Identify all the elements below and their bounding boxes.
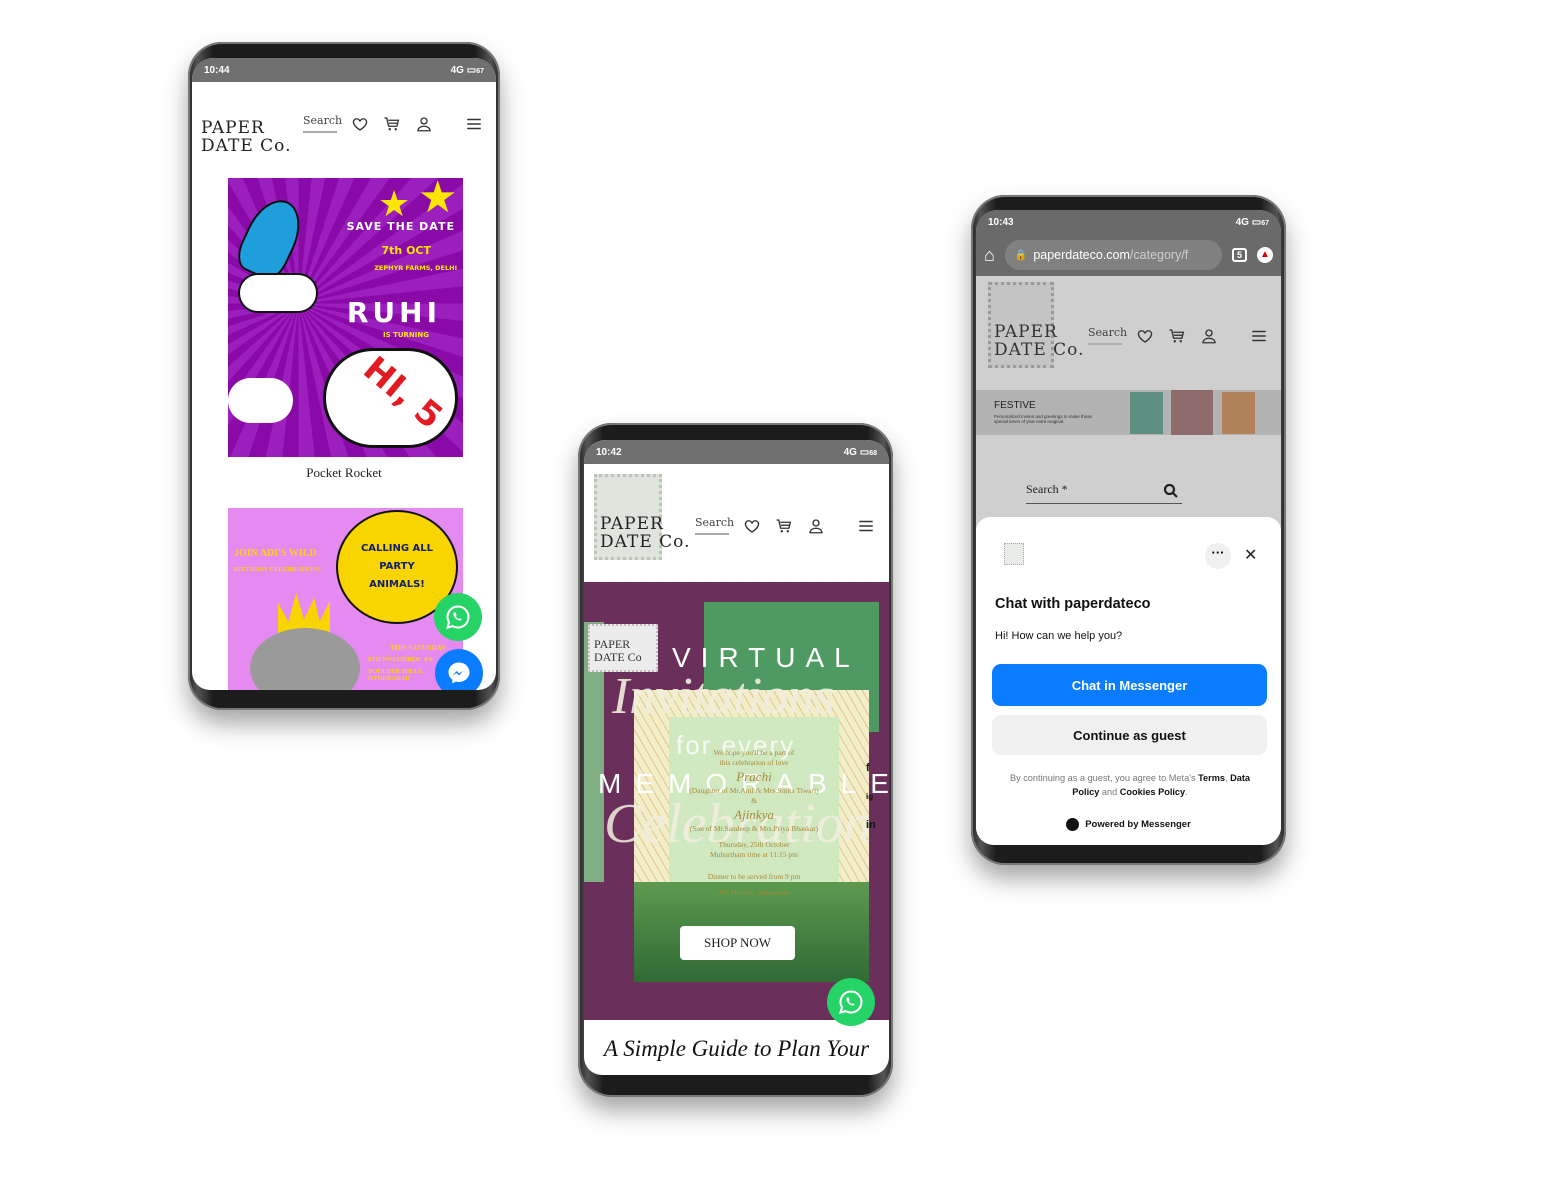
search-input[interactable]: Search: [1088, 326, 1127, 345]
status-bar: 10:44 4G ▭67: [192, 58, 496, 82]
status-time: 10:43: [988, 216, 1014, 228]
linkedin-icon[interactable]: in: [866, 819, 876, 831]
messenger-chat-sheet: ··· ✕ Chat with paperdateco Hi! How can …: [976, 517, 1281, 845]
cart-icon[interactable]: [1168, 327, 1186, 345]
search-icon[interactable]: [1162, 482, 1180, 500]
chat-greeting: Hi! How can we help you?: [995, 630, 1123, 642]
close-button[interactable]: ✕: [1244, 545, 1257, 565]
whatsapp-icon: [444, 603, 472, 631]
product-image-party-animals[interactable]: JOIN ADI'S WILD BIRTHDAY CELEBRATIONS CA…: [228, 508, 463, 690]
article-title[interactable]: A Simple Guide to Plan Your: [584, 1036, 889, 1062]
whatsapp-icon: [837, 988, 865, 1016]
festive-banner[interactable]: FESTIVE Personalized invites and greetin…: [976, 390, 1281, 435]
hero-banner[interactable]: PAPER DATE Co VIRTUAL Invitations for ev…: [584, 582, 889, 1020]
festive-thumbnail: [1171, 390, 1213, 435]
terms-link[interactable]: Terms: [1198, 773, 1225, 783]
status-indicators: 4G ▭68: [843, 446, 877, 458]
phone-screen-2: 10:42 4G ▭68 PAPER DATE Co. Search PAPER …: [584, 440, 889, 1075]
festive-thumbnail: [1130, 392, 1163, 434]
brand-logo[interactable]: PAPER DATE Co.: [201, 119, 291, 156]
brand-logo[interactable]: PAPER DATE Co.: [994, 323, 1084, 360]
status-bar: 10:42 4G ▭68: [584, 440, 889, 464]
phone-mockup-2: 10:42 4G ▭68 PAPER DATE Co. Search PAPER …: [578, 423, 893, 1097]
heart-icon[interactable]: [743, 517, 761, 535]
battery-level: 68: [869, 449, 877, 457]
user-icon[interactable]: [807, 517, 825, 535]
messenger-icon: [445, 659, 473, 687]
cart-icon[interactable]: [383, 115, 401, 133]
cookies-policy-link[interactable]: Cookies Policy: [1120, 787, 1185, 797]
site-header: PAPER DATE Co. Search: [584, 464, 889, 584]
hero-stamp: PAPER DATE Co: [588, 624, 658, 672]
chat-in-messenger-button[interactable]: Chat in Messenger: [992, 664, 1267, 706]
product-name[interactable]: Pocket Rocket: [192, 465, 496, 481]
status-time: 10:42: [596, 446, 622, 458]
search-input[interactable]: Search: [695, 516, 734, 535]
user-icon[interactable]: [1200, 327, 1218, 345]
phone-screen-1: 10:44 4G ▭67 PAPER DATE Co. Search HI, 5 …: [192, 58, 496, 690]
url-bar[interactable]: 🔒 paperdateco.com/category/f: [1004, 240, 1222, 270]
status-indicators: 4G ▭67: [1235, 216, 1269, 228]
whatsapp-button[interactable]: [434, 593, 482, 641]
phone-screen-3: 10:43 4G ▭67 ⌂ 🔒 paperdateco.com/category…: [976, 210, 1281, 845]
page-avatar: [1004, 543, 1024, 565]
menu-icon[interactable]: [465, 115, 483, 133]
menu-icon[interactable]: [1250, 327, 1268, 345]
phone-mockup-1: 10:44 4G ▭67 PAPER DATE Co. Search HI, 5 …: [188, 42, 500, 710]
festive-thumbnail: [1222, 392, 1255, 434]
powered-by: Powered by Messenger: [976, 818, 1281, 831]
lock-icon: 🔒: [1014, 249, 1028, 261]
invitation-card-text: We hope you'll be a part of this celebrat…: [689, 748, 819, 898]
legal-notice: By continuing as a guest, you agree to M…: [1009, 773, 1251, 797]
heart-icon[interactable]: [351, 115, 369, 133]
more-options-button[interactable]: ···: [1205, 543, 1231, 569]
social-links: f ig in: [866, 762, 876, 831]
instagram-icon[interactable]: ig: [866, 792, 876, 801]
search-field[interactable]: Search *: [1026, 480, 1182, 504]
search-input[interactable]: Search: [303, 114, 342, 133]
status-bar: 10:43 4G ▭67: [976, 210, 1281, 234]
home-icon[interactable]: ⌂: [984, 245, 995, 266]
status-time: 10:44: [204, 64, 230, 76]
whatsapp-button[interactable]: [827, 978, 875, 1026]
site-header: PAPER DATE Co. Search: [976, 276, 1281, 393]
shop-now-button[interactable]: SHOP NOW: [680, 926, 795, 960]
site-header: PAPER DATE Co. Search: [192, 82, 496, 178]
brand-logo[interactable]: PAPER DATE Co.: [600, 515, 690, 552]
facebook-icon[interactable]: f: [866, 762, 876, 774]
messenger-button[interactable]: [435, 649, 483, 690]
tab-count-button[interactable]: 5: [1231, 248, 1247, 262]
battery-level: 67: [476, 67, 484, 75]
update-icon[interactable]: ▲: [1257, 247, 1273, 263]
battery-level: 67: [1261, 219, 1269, 227]
heart-icon[interactable]: [1136, 327, 1154, 345]
phone-mockup-3: 10:43 4G ▭67 ⌂ 🔒 paperdateco.com/category…: [971, 195, 1286, 865]
chat-title: Chat with paperdateco: [995, 596, 1151, 612]
browser-toolbar: ⌂ 🔒 paperdateco.com/category/f 5 ▲: [976, 234, 1281, 276]
menu-icon[interactable]: [857, 517, 875, 535]
product-image-pocket-rocket[interactable]: HI, 5 ★ ★ SAVE THE DATE 7th OCT ZEPHYR FA…: [228, 172, 463, 457]
continue-as-guest-button[interactable]: Continue as guest: [992, 715, 1267, 755]
status-indicators: 4G ▭67: [450, 64, 484, 76]
messenger-icon: [1066, 818, 1080, 831]
cart-icon[interactable]: [775, 517, 793, 535]
user-icon[interactable]: [415, 115, 433, 133]
